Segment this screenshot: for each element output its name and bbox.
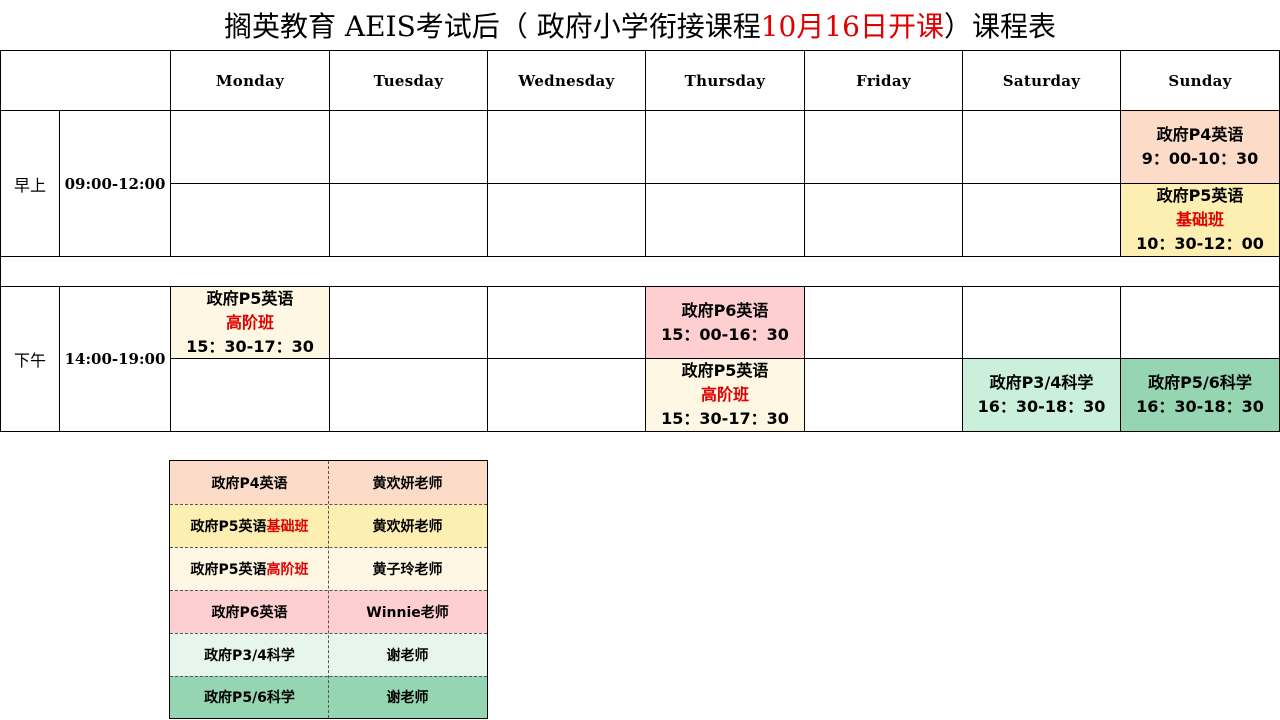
legend-course-p56-science: 政府P5/6科学 — [170, 676, 329, 718]
class-name: 政府P5英语 — [681, 361, 769, 380]
header-corner — [0, 50, 171, 111]
slot-sat-am2 — [962, 183, 1121, 257]
teacher-legend: 政府P4英语 黄欢妍老师 政府P5英语 基础班 黄欢妍老师 政府P5英语 高阶班 黄… — [169, 460, 488, 719]
slot-mon-am1 — [170, 110, 330, 184]
slot-sat-am1 — [962, 110, 1121, 184]
legend-row-divider — [170, 590, 487, 591]
time-range-afternoon: 14:00-19:00 — [59, 286, 171, 432]
day-header-monday: Monday — [170, 50, 330, 111]
class-sat-p34-science: 政府P3/4科学 16：30-18：30 — [962, 358, 1121, 432]
class-time: 15：00-16：30 — [661, 324, 789, 344]
period-label-morning: 早上 — [0, 110, 60, 257]
day-header-friday: Friday — [804, 50, 963, 111]
legend-course-p34-science: 政府P3/4科学 — [170, 633, 329, 676]
class-name: 政府P6英语 — [681, 300, 769, 320]
slot-sun-pm1 — [1120, 286, 1280, 359]
legend-course-p6-english: 政府P6英语 — [170, 590, 329, 633]
class-time: 9：00-10：30 — [1141, 149, 1259, 168]
class-sun-p5-english-basic: 政府P5英语 基础班 10：30-12：00 — [1120, 183, 1280, 257]
slot-wed-am1 — [487, 110, 646, 184]
slot-tue-am2 — [329, 183, 488, 257]
day-header-sunday: Sunday — [1120, 50, 1280, 111]
legend-teacher: 黄欢妍老师 — [328, 461, 487, 504]
class-time: 16：30-18：30 — [1136, 397, 1264, 416]
slot-tue-am1 — [329, 110, 488, 184]
class-time: 15：30-17：30 — [186, 336, 314, 356]
slot-fri-am1 — [804, 110, 963, 184]
slot-tue-pm2 — [329, 358, 488, 432]
time-range-morning: 09:00-12:00 — [59, 110, 171, 257]
legend-teacher: 黄子玲老师 — [328, 547, 487, 590]
class-level: 高阶班 — [700, 385, 749, 404]
class-sun-p4-english: 政府P4英语 9：00-10：30 — [1120, 110, 1280, 184]
class-name: 政府P5英语 — [1156, 186, 1244, 205]
class-name: 政府P5英语 — [206, 288, 294, 308]
day-header-wednesday: Wednesday — [487, 50, 646, 111]
spacer-row — [0, 256, 1280, 287]
legend-row-divider — [170, 547, 487, 548]
class-level: 基础班 — [1175, 210, 1224, 229]
slot-fri-pm2 — [804, 358, 963, 432]
slot-mon-pm2 — [170, 358, 330, 432]
period-label-afternoon: 下午 — [0, 286, 60, 432]
class-time: 10：30-12：00 — [1136, 234, 1264, 253]
class-mon-p5-english-advanced: 政府P5英语 高阶班 15：30-17：30 — [170, 286, 330, 359]
legend-teacher: 谢老师 — [328, 633, 487, 676]
slot-thu-am2 — [645, 183, 805, 257]
class-level: 高阶班 — [225, 312, 274, 332]
legend-course-p5-english-basic: 政府P5英语 基础班 — [170, 504, 329, 547]
class-thu-p6-english: 政府P6英语 15：00-16：30 — [645, 286, 805, 359]
slot-wed-pm2 — [487, 358, 646, 432]
slot-thu-am1 — [645, 110, 805, 184]
slot-wed-am2 — [487, 183, 646, 257]
legend-row-divider — [170, 676, 487, 677]
day-header-tuesday: Tuesday — [329, 50, 488, 111]
slot-mon-am2 — [170, 183, 330, 257]
class-time: 15：30-17：30 — [661, 409, 789, 428]
slot-sat-pm1 — [962, 286, 1121, 359]
class-name: 政府P4英语 — [1156, 125, 1244, 144]
day-header-saturday: Saturday — [962, 50, 1121, 111]
slot-fri-am2 — [804, 183, 963, 257]
legend-course-p4-english: 政府P4英语 — [170, 461, 329, 504]
day-header-thursday: Thursday — [645, 50, 805, 111]
slot-wed-pm1 — [487, 286, 646, 359]
legend-row-divider — [170, 504, 487, 505]
legend-teacher: Winnie老师 — [328, 590, 487, 633]
class-thu-p5-english-advanced: 政府P5英语 高阶班 15：30-17：30 — [645, 358, 805, 432]
legend-row-divider — [170, 633, 487, 634]
slot-tue-pm1 — [329, 286, 488, 359]
class-sun-p56-science: 政府P5/6科学 16：30-18：30 — [1120, 358, 1280, 432]
legend-teacher: 黄欢妍老师 — [328, 504, 487, 547]
slot-fri-pm1 — [804, 286, 963, 359]
class-name: 政府P3/4科学 — [989, 373, 1094, 392]
legend-course-p5-english-advanced: 政府P5英语 高阶班 — [170, 547, 329, 590]
class-time: 16：30-18：30 — [977, 397, 1106, 416]
class-name: 政府P5/6科学 — [1148, 373, 1252, 392]
legend-teacher: 谢老师 — [328, 676, 487, 718]
